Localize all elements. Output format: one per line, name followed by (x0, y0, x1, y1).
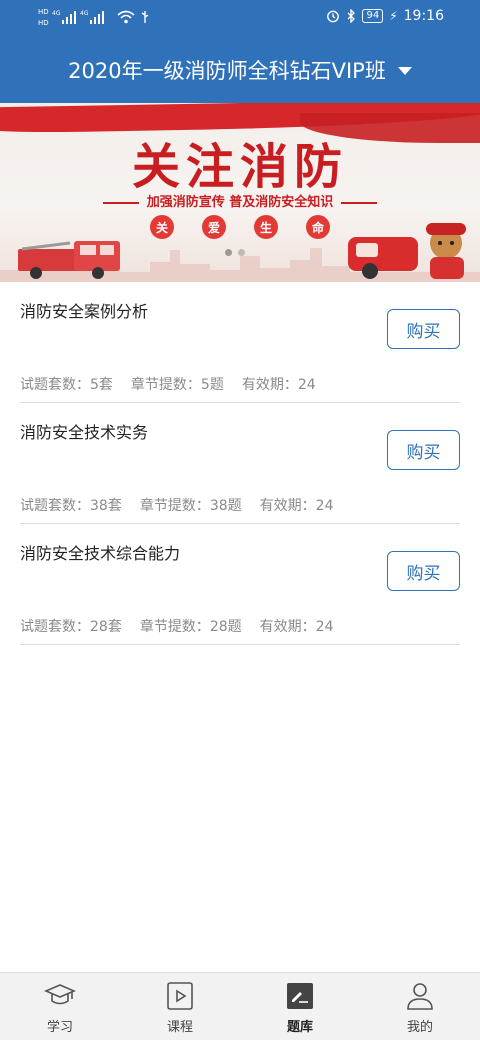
top-bar: HD HD 4G 4G 94 ⚡ 19:16 2020年一级消防师全科钻石VIP… (0, 0, 480, 103)
bluetooth-icon (348, 9, 356, 23)
svg-text:4G: 4G (52, 10, 61, 17)
course-name: 消防安全案例分析 (20, 302, 149, 321)
page-title: 2020年一级消防师全科钻石VIP班 (68, 59, 386, 83)
validity-period: 有效期：24 (259, 619, 334, 635)
tab-label: 我的 (406, 1020, 433, 1035)
tab-question-bank[interactable]: 题库 (240, 973, 360, 1040)
tab-label: 题库 (286, 1020, 313, 1035)
banner-title: 关注消防 (131, 139, 348, 195)
list-item[interactable]: 消防安全案例分析 购买 试题套数：5套 章节提数：5题 有效期：24 (20, 282, 460, 403)
svg-text:HD: HD (38, 19, 49, 27)
pagination-dot-active (225, 249, 232, 256)
status-bar: HD HD 4G 4G 94 ⚡ 19:16 (0, 0, 480, 36)
validity-period: 有效期：24 (259, 498, 334, 514)
tab-courses[interactable]: 课程 (120, 973, 240, 1040)
buy-button[interactable]: 购买 (387, 309, 460, 349)
question-sets: 试题套数：38套 (20, 498, 122, 514)
svg-text:4G: 4G (80, 10, 89, 17)
banner-subtitle: 加强消防宣传 普及消防安全知识 (0, 191, 480, 210)
chapter-questions: 章节提数：5题 (130, 377, 224, 393)
status-left: HD HD 4G 4G (38, 6, 150, 28)
course-meta: 试题套数：38套 章节提数：38题 有效期：24 (20, 495, 333, 515)
banner-chip: 关 (150, 215, 174, 239)
graduation-cap-icon (44, 984, 76, 1005)
bottom-tab-bar: 学习 课程 题库 我的 (0, 972, 480, 1040)
network-signal-icon: HD HD 4G 4G (38, 8, 104, 27)
chapter-questions: 章节提数：28题 (139, 619, 242, 635)
caret-down-icon (397, 67, 412, 75)
play-video-icon (167, 982, 193, 1010)
course-selector[interactable]: 2020年一级消防师全科钻石VIP班 (0, 55, 480, 85)
status-time: 19:16 (403, 8, 444, 24)
tab-mine[interactable]: 我的 (360, 973, 480, 1040)
course-name: 消防安全技术实务 (20, 423, 149, 442)
tab-label: 课程 (166, 1020, 193, 1035)
buy-button[interactable]: 购买 (387, 551, 460, 591)
bear-firefighter-illustration (348, 223, 466, 279)
battery-level: 94 (362, 9, 384, 23)
tab-study[interactable]: 学习 (0, 973, 120, 1040)
user-profile-icon (407, 983, 433, 1010)
banner-chip: 命 (306, 215, 330, 239)
course-meta: 试题套数：28套 章节提数：28题 有效期：24 (20, 616, 333, 636)
chapter-questions: 章节提数：38题 (139, 498, 242, 514)
question-sets: 试题套数：28套 (20, 619, 122, 635)
status-right: 94 ⚡ 19:16 (326, 8, 444, 24)
buy-button[interactable]: 购买 (387, 430, 460, 470)
course-name: 消防安全技术综合能力 (20, 544, 181, 563)
usb-icon (141, 11, 149, 23)
question-sets: 试题套数：5套 (20, 377, 113, 393)
pagination-dot (238, 249, 245, 256)
course-meta: 试题套数：5套 章节提数：5题 有效期：24 (20, 374, 316, 394)
validity-period: 有效期：24 (241, 377, 316, 393)
alarm-icon (327, 10, 340, 23)
fire-truck-illustration (18, 241, 120, 279)
wifi-icon (117, 10, 135, 24)
list-item[interactable]: 消防安全技术实务 购买 试题套数：38套 章节提数：38题 有效期：24 (20, 403, 460, 524)
banner-chip: 生 (254, 215, 278, 239)
course-list: 消防安全案例分析 购买 试题套数：5套 章节提数：5题 有效期：24 消防安全技… (20, 282, 460, 645)
svg-text:HD: HD (38, 8, 49, 16)
app-root: HD HD 4G 4G 94 ⚡ 19:16 2020年一级消防师全科钻石VIP… (0, 0, 480, 1040)
banner-pagination (225, 249, 245, 256)
banner-chip: 爱 (202, 215, 226, 239)
promo-banner[interactable]: 关注消防 加强消防宣传 普及消防安全知识 关 爱 生 命 (0, 103, 480, 282)
charging-icon: ⚡ (389, 9, 398, 23)
edit-exam-icon (287, 983, 313, 1009)
tab-label: 学习 (46, 1020, 73, 1035)
list-item[interactable]: 消防安全技术综合能力 购买 试题套数：28套 章节提数：28题 有效期：24 (20, 524, 460, 645)
